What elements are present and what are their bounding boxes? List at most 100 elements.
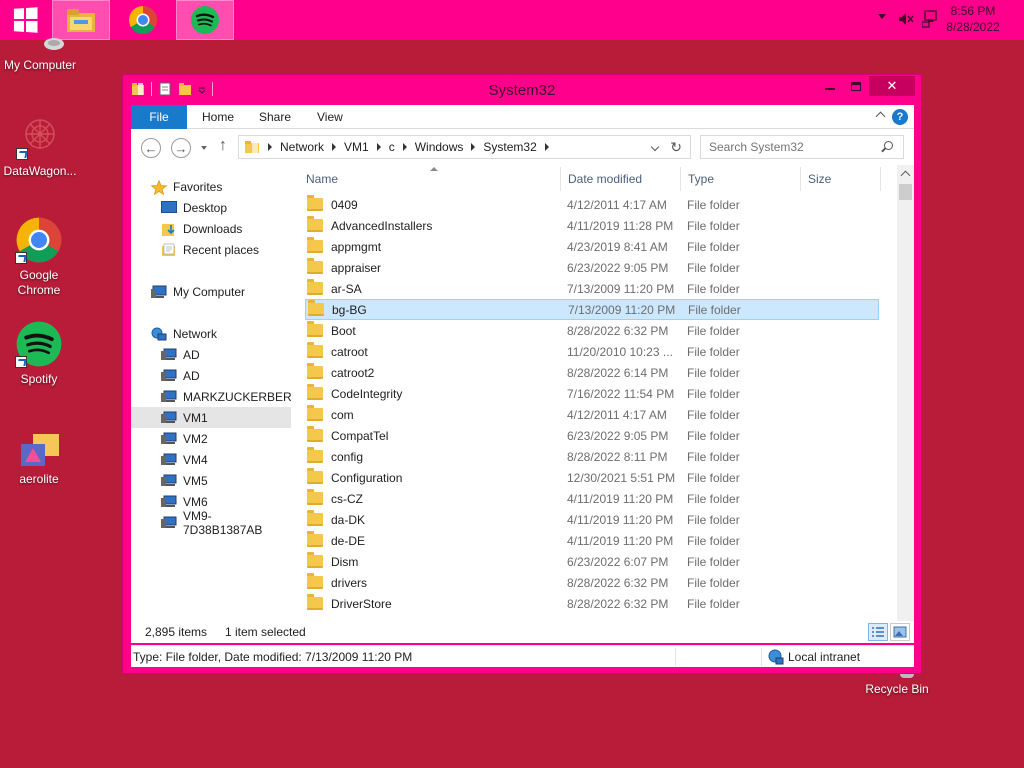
column-header-name[interactable]: Name (299, 167, 561, 191)
desktop-icon-datawagon[interactable]: DataWagon... (0, 112, 80, 179)
scroll-up-arrow-icon[interactable] (897, 165, 914, 182)
star-icon (150, 179, 168, 195)
help-button[interactable]: ? (892, 109, 908, 125)
table-row[interactable]: 0409 4/12/2011 4:17 AM File folder (305, 194, 879, 215)
breadcrumb-separator-icon[interactable] (544, 143, 549, 151)
date-modified-cell: 12/30/2021 5:51 PM (567, 470, 676, 485)
speaker-muted-icon[interactable] (898, 11, 914, 27)
table-row[interactable]: Boot 8/28/2022 6:32 PM File folder (305, 320, 879, 341)
table-row[interactable]: Dism 6/23/2022 6:07 PM File folder (305, 551, 879, 572)
desktop-icon-aerolite[interactable]: aerolite (0, 432, 79, 487)
table-row[interactable]: catroot 11/20/2010 10:23 ... File folder (305, 341, 879, 362)
table-row[interactable]: DriverStore 8/28/2022 6:32 PM File folder (305, 593, 879, 614)
shortcut-arrow-icon (15, 252, 27, 264)
nav-recent-places[interactable]: Recent places (131, 239, 291, 260)
column-header-type[interactable]: Type (681, 167, 801, 191)
nav-favorites[interactable]: Favorites (131, 176, 291, 197)
table-row[interactable]: CodeIntegrity 7/16/2022 11:54 PM File fold… (305, 383, 879, 404)
search-input[interactable] (701, 136, 871, 158)
search-box[interactable] (700, 135, 904, 159)
table-row[interactable]: appraiser 6/23/2022 9:05 PM File folder (305, 257, 879, 278)
table-row-selected[interactable]: bg-BG 7/13/2009 11:20 PM File folder (305, 299, 879, 320)
breadcrumb-c[interactable]: c (389, 140, 415, 154)
search-icon[interactable] (884, 141, 893, 150)
table-row[interactable]: config 8/28/2022 8:11 PM File folder (305, 446, 879, 467)
table-row[interactable]: Configuration 12/30/2021 5:51 PM File fold… (305, 467, 879, 488)
large-icons-view-button[interactable] (890, 623, 910, 641)
nav-network-item[interactable]: VM4 (131, 449, 291, 470)
desktop-icon-label: Spotify (20, 372, 58, 386)
breadcrumb-system32[interactable]: System32 (483, 140, 556, 154)
network-icon[interactable] (922, 10, 938, 28)
date-modified-cell: 8/28/2022 6:14 PM (567, 365, 669, 380)
window-titlebar[interactable]: System32 ✕ (123, 75, 921, 105)
breadcrumb-separator-icon[interactable] (332, 143, 337, 151)
breadcrumb-separator-icon[interactable] (268, 143, 272, 151)
nav-network-item[interactable]: VM2 (131, 428, 291, 449)
expand-ribbon-chevron-icon[interactable] (875, 111, 886, 122)
refresh-icon[interactable]: ↻ (670, 139, 682, 156)
table-row[interactable]: AdvancedInstallers 4/11/2019 11:28 PM File… (305, 215, 879, 236)
breadcrumb-network[interactable]: Network (280, 140, 344, 154)
taskbar-clock[interactable]: 8:56 PM 8/28/2022 (938, 3, 1008, 35)
address-history-chevron-icon[interactable] (650, 142, 660, 152)
nav-my-computer[interactable]: My Computer (131, 281, 291, 302)
selection-details: Type: File folder, Date modified: 7/13/2… (133, 650, 413, 664)
table-row[interactable]: appmgmt 4/23/2019 8:41 AM File folder (305, 236, 879, 257)
chrome-icon (15, 216, 63, 264)
up-button[interactable]: ↑ (219, 137, 227, 155)
maximize-button[interactable] (843, 76, 869, 96)
address-bar[interactable]: Network VM1 c Windows System32 ↻ (238, 135, 691, 159)
show-hidden-icons-chevron-icon[interactable] (878, 14, 886, 19)
nav-network-item-vm1[interactable]: VM1 (131, 407, 291, 428)
breadcrumb-separator-icon[interactable] (376, 143, 381, 151)
tab-home[interactable]: Home (202, 105, 234, 129)
close-button[interactable]: ✕ (869, 76, 915, 96)
date-modified-cell: 4/23/2019 8:41 AM (567, 239, 668, 254)
network-globe-icon (151, 327, 167, 341)
table-row[interactable]: CompatTel 6/23/2022 9:05 PM File folder (305, 425, 879, 446)
desktop-icon-spotify[interactable]: Spotify (0, 320, 79, 387)
nav-downloads[interactable]: Downloads (131, 218, 291, 239)
column-header-date-modified[interactable]: Date modified (561, 167, 681, 191)
table-row[interactable]: ar-SA 7/13/2009 11:20 PM File folder (305, 278, 879, 299)
nav-desktop[interactable]: Desktop (131, 197, 291, 218)
breadcrumb-separator-icon[interactable] (471, 143, 476, 151)
chrome-icon (129, 6, 157, 34)
nav-label: AD (183, 347, 200, 362)
details-view-button[interactable] (868, 623, 888, 641)
folder-icon (307, 489, 323, 505)
table-row[interactable]: com 4/12/2011 4:17 AM File folder (305, 404, 879, 425)
table-row[interactable]: drivers 8/28/2022 6:32 PM File folder (305, 572, 879, 593)
table-row[interactable]: catroot2 8/28/2022 6:14 PM File folder (305, 362, 879, 383)
vertical-scrollbar[interactable] (897, 165, 914, 641)
table-row[interactable]: de-DE 4/11/2019 11:20 PM File folder (305, 530, 879, 551)
scrollbar-thumb[interactable] (899, 184, 912, 200)
nav-network-item[interactable]: MARKZUCKERBERG (131, 386, 291, 407)
minimize-button[interactable] (817, 76, 843, 96)
nav-network[interactable]: Network (131, 323, 291, 344)
tab-file[interactable]: File (131, 105, 187, 129)
nav-network-item[interactable]: AD (131, 365, 291, 386)
breadcrumb-separator-icon[interactable] (402, 143, 407, 151)
breadcrumb-vm1[interactable]: VM1 (344, 140, 389, 154)
breadcrumb-windows[interactable]: Windows (415, 140, 484, 154)
nav-network-item[interactable]: AD (131, 344, 291, 365)
back-button[interactable]: ← (141, 138, 161, 158)
forward-button[interactable]: → (171, 138, 191, 158)
recent-locations-dropdown-icon[interactable] (201, 146, 207, 150)
desktop-icon-my-computer[interactable]: My Computer (0, 22, 80, 73)
table-row[interactable]: da-DK 4/11/2019 11:20 PM File folder (305, 509, 879, 530)
tab-share[interactable]: Share (259, 105, 291, 129)
table-row[interactable]: cs-CZ 4/11/2019 11:20 PM File folder (305, 488, 879, 509)
nav-network-item[interactable]: VM5 (131, 470, 291, 491)
desktop-icon-recycle-bin[interactable]: Recycle Bin (857, 682, 937, 697)
column-header-size[interactable]: Size (801, 167, 881, 191)
network-computer-icon (161, 348, 177, 362)
desktop-icon-google-chrome[interactable]: Google Chrome (0, 216, 79, 298)
nav-network-item[interactable]: VM9-7D38B1387AB (131, 509, 291, 537)
tab-view[interactable]: View (317, 105, 343, 129)
taskbar-spotify-button[interactable] (176, 0, 234, 40)
type-cell: File folder (687, 470, 740, 485)
taskbar-chrome-button[interactable] (114, 0, 172, 40)
